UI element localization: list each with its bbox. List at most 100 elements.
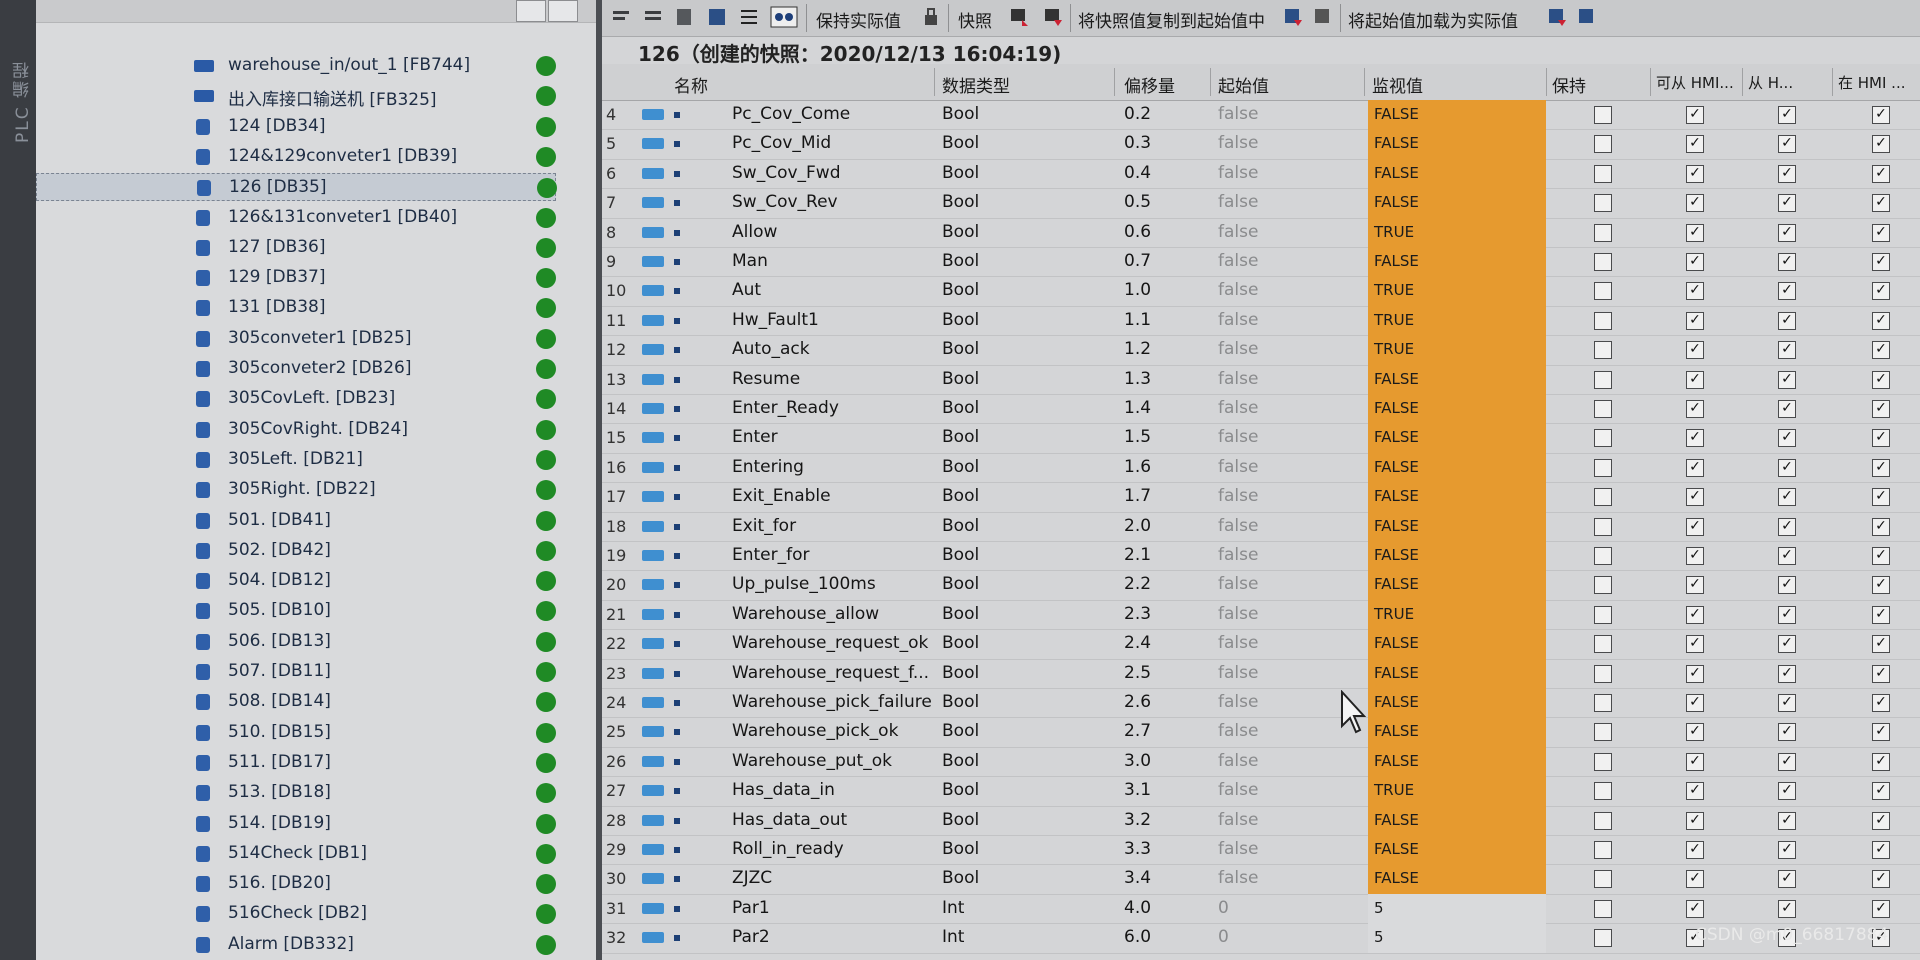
snapshot-button[interactable]: 快照 <box>958 7 992 32</box>
hmi-accessible-checkbox[interactable]: ✓ <box>1686 311 1704 330</box>
hmi-visible-checkbox[interactable]: ✓ <box>1872 135 1890 154</box>
col-hmi-visible[interactable]: 在 HMI ... <box>1838 72 1906 93</box>
hmi-visible-checkbox[interactable]: ✓ <box>1872 164 1890 183</box>
tag-name[interactable]: Warehouse_put_ok <box>732 751 892 771</box>
tag-start-value[interactable]: 0 <box>1218 927 1229 947</box>
table-row[interactable]: 10 Aut Bool 1.0 false TRUE ✓ ✓ ✓ <box>602 276 1920 306</box>
hmi-visible-checkbox[interactable]: ✓ <box>1872 488 1890 507</box>
tree-item[interactable]: 514. [DB19] <box>36 810 556 838</box>
hmi-accessible-checkbox[interactable]: ✓ <box>1686 899 1704 918</box>
tag-name[interactable]: Up_pulse_100ms <box>732 574 876 594</box>
hmi-visible-checkbox[interactable]: ✓ <box>1872 282 1890 301</box>
hmi-accessible-checkbox[interactable]: ✓ <box>1686 841 1704 859</box>
tag-start-value[interactable]: false <box>1218 104 1258 124</box>
tag-name[interactable]: Allow <box>732 222 777 242</box>
tree-item[interactable]: 124&129conveter1 [DB39] <box>36 143 556 171</box>
hmi-writable-checkbox[interactable]: ✓ <box>1778 723 1796 742</box>
hmi-accessible-checkbox[interactable]: ✓ <box>1686 106 1704 124</box>
tag-start-value[interactable]: false <box>1218 721 1258 741</box>
hmi-visible-checkbox[interactable]: ✓ <box>1872 605 1890 624</box>
tree-item[interactable]: 511. [DB17] <box>36 749 556 777</box>
tree-item[interactable]: 124 [DB34] <box>36 113 556 141</box>
hmi-visible-checkbox[interactable]: ✓ <box>1872 782 1890 801</box>
hmi-visible-checkbox[interactable]: ✓ <box>1872 723 1890 742</box>
hmi-writable-checkbox[interactable]: ✓ <box>1778 370 1796 389</box>
tag-datatype[interactable]: Bool <box>942 427 979 447</box>
hmi-accessible-checkbox[interactable]: ✓ <box>1686 458 1704 477</box>
tree-item[interactable]: 501. [DB41] <box>36 507 556 535</box>
hmi-visible-checkbox[interactable]: ✓ <box>1872 458 1890 477</box>
tree-item[interactable]: 127 [DB36] <box>36 234 556 262</box>
tag-datatype[interactable]: Bool <box>942 604 979 624</box>
table-row[interactable]: 26 Warehouse_put_ok Bool 3.0 false FALSE ✓ ✓ ✓ <box>602 746 1920 777</box>
tag-datatype[interactable]: Bool <box>942 839 979 859</box>
retain-checkbox[interactable] <box>1594 547 1612 565</box>
hmi-visible-checkbox[interactable]: ✓ <box>1872 635 1890 654</box>
tag-start-value[interactable]: false <box>1218 780 1258 800</box>
tree-item[interactable]: 出入库接口输送机 [FB325] <box>36 82 556 110</box>
retain-checkbox[interactable] <box>1594 929 1612 948</box>
tag-start-value[interactable]: false <box>1218 457 1258 477</box>
tag-name[interactable]: Auto_ack <box>732 339 810 359</box>
retain-checkbox[interactable] <box>1594 488 1612 507</box>
hmi-writable-checkbox[interactable]: ✓ <box>1778 164 1796 183</box>
hmi-visible-checkbox[interactable]: ✓ <box>1872 811 1890 830</box>
col-hmi-writable[interactable]: 从 H... <box>1748 72 1793 93</box>
hmi-writable-checkbox[interactable]: ✓ <box>1778 282 1796 301</box>
tag-start-value[interactable]: false <box>1218 192 1258 212</box>
insert-row-icon[interactable] <box>610 6 632 28</box>
tree-item[interactable]: 305CovRight. [DB24] <box>36 416 556 444</box>
table-row[interactable]: 22 Warehouse_request_ok Bool 2.4 false FALSE ✓… <box>602 629 1920 659</box>
tag-start-value[interactable]: false <box>1218 545 1258 565</box>
glasses-icon[interactable] <box>770 6 798 28</box>
hmi-writable-checkbox[interactable]: ✓ <box>1778 605 1796 624</box>
tag-name[interactable]: Exit_Enable <box>732 486 831 506</box>
tree-item[interactable]: 305conveter1 [DB25] <box>36 325 556 353</box>
retain-checkbox[interactable] <box>1594 664 1612 683</box>
tree-item[interactable]: 131 [DB38] <box>36 294 556 322</box>
tree-item[interactable]: 126&131conveter1 [DB40] <box>36 204 556 232</box>
tag-datatype[interactable]: Bool <box>942 868 979 888</box>
hmi-writable-checkbox[interactable]: ✓ <box>1778 311 1796 330</box>
tree-item[interactable]: 305Right. [DB22] <box>36 476 556 504</box>
tree-item[interactable]: 504. [DB12] <box>36 567 556 595</box>
tag-start-value[interactable]: false <box>1218 398 1258 418</box>
retain-checkbox[interactable] <box>1594 282 1612 301</box>
tag-start-value[interactable]: false <box>1218 839 1258 859</box>
hmi-accessible-checkbox[interactable]: ✓ <box>1686 694 1704 712</box>
load-start-icon[interactable] <box>1546 6 1568 28</box>
tag-datatype[interactable]: Bool <box>942 633 979 653</box>
hmi-accessible-checkbox[interactable]: ✓ <box>1686 164 1704 183</box>
tree-item[interactable]: 129 [DB37] <box>36 264 556 292</box>
tag-datatype[interactable]: Bool <box>942 104 979 124</box>
table-row[interactable]: 18 Exit_for Bool 2.0 false FALSE ✓ ✓ ✓ <box>602 511 1920 541</box>
table-row[interactable]: 6 Sw_Cov_Fwd Bool 0.4 false FALSE ✓ ✓ ✓ <box>602 158 1920 189</box>
tree-view-button[interactable] <box>516 0 546 22</box>
hmi-visible-checkbox[interactable]: ✓ <box>1872 841 1890 859</box>
tag-datatype[interactable]: Bool <box>942 310 979 330</box>
tag-datatype[interactable]: Bool <box>942 251 979 271</box>
tag-datatype[interactable]: Bool <box>942 751 979 771</box>
hmi-visible-checkbox[interactable]: ✓ <box>1872 576 1890 595</box>
tag-datatype[interactable]: Bool <box>942 222 979 242</box>
retain-checkbox[interactable] <box>1594 605 1612 624</box>
tag-name[interactable]: Warehouse_pick_ok <box>732 721 898 741</box>
hmi-accessible-checkbox[interactable]: ✓ <box>1686 723 1704 742</box>
hmi-accessible-checkbox[interactable]: ✓ <box>1686 870 1704 889</box>
col-retain[interactable]: 保持 <box>1552 72 1586 97</box>
hmi-visible-checkbox[interactable]: ✓ <box>1872 899 1890 918</box>
tag-datatype[interactable]: Int <box>942 927 964 947</box>
tag-datatype[interactable]: Bool <box>942 192 979 212</box>
copy-snapshot-to-start-button[interactable]: 将快照值复制到起始值中 <box>1078 7 1265 32</box>
retain-checkbox[interactable] <box>1594 811 1612 830</box>
tree-item[interactable]: 510. [DB15] <box>36 719 556 747</box>
tag-start-value[interactable]: false <box>1218 516 1258 536</box>
retain-checkbox[interactable] <box>1594 694 1612 712</box>
hmi-visible-checkbox[interactable]: ✓ <box>1872 547 1890 565</box>
tag-start-value[interactable]: false <box>1218 310 1258 330</box>
tree-item[interactable]: 516. [DB20] <box>36 870 556 898</box>
tag-name[interactable]: Entering <box>732 457 804 477</box>
hmi-writable-checkbox[interactable]: ✓ <box>1778 870 1796 889</box>
tag-start-value[interactable]: false <box>1218 692 1258 712</box>
hmi-accessible-checkbox[interactable]: ✓ <box>1686 782 1704 801</box>
